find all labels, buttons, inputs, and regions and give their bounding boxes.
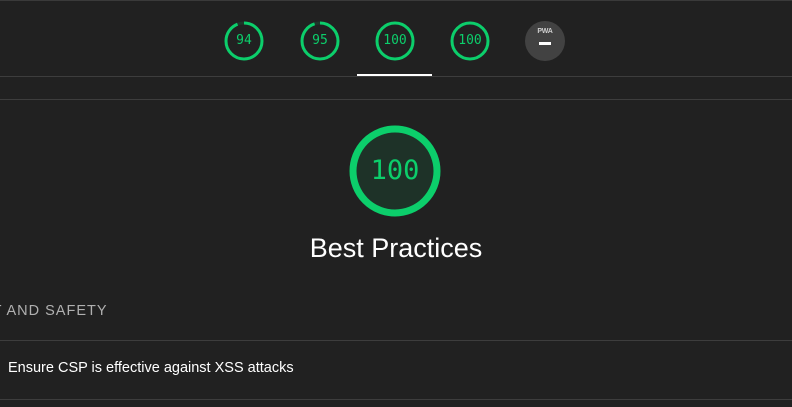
gauge-score: 100 bbox=[458, 33, 482, 48]
lighthouse-report: 94 95 100 100 PWA 100 Best Practices AND… bbox=[0, 0, 792, 407]
gauge-score: 95 bbox=[312, 33, 328, 48]
gauge-pwa[interactable]: PWA bbox=[525, 21, 565, 61]
category-score: 100 bbox=[370, 155, 420, 186]
category-title: Best Practices bbox=[309, 233, 483, 263]
gauge-score: 94 bbox=[236, 33, 252, 48]
score-gauge-bar: 94 95 100 100 PWA bbox=[0, 0, 792, 76]
gauge-seo[interactable]: 100 bbox=[450, 21, 490, 61]
gauge-performance[interactable]: 94 bbox=[224, 21, 264, 61]
audit-title: Ensure CSP is effective against XSS atta… bbox=[8, 360, 294, 376]
gauge-score: 100 bbox=[383, 33, 407, 48]
dash-icon bbox=[539, 42, 551, 45]
gauge-best-practices[interactable]: 100 bbox=[375, 21, 415, 61]
gauge-accessibility[interactable]: 95 bbox=[300, 21, 340, 61]
divider bbox=[0, 399, 792, 400]
divider bbox=[0, 76, 792, 77]
divider bbox=[0, 99, 792, 100]
audit-row[interactable]: Ensure CSP is effective against XSS atta… bbox=[0, 341, 792, 399]
category-gauge: 100 bbox=[349, 125, 441, 217]
audit-group-title: ST AND SAFETY bbox=[0, 303, 108, 319]
pwa-label: PWA bbox=[537, 28, 553, 35]
